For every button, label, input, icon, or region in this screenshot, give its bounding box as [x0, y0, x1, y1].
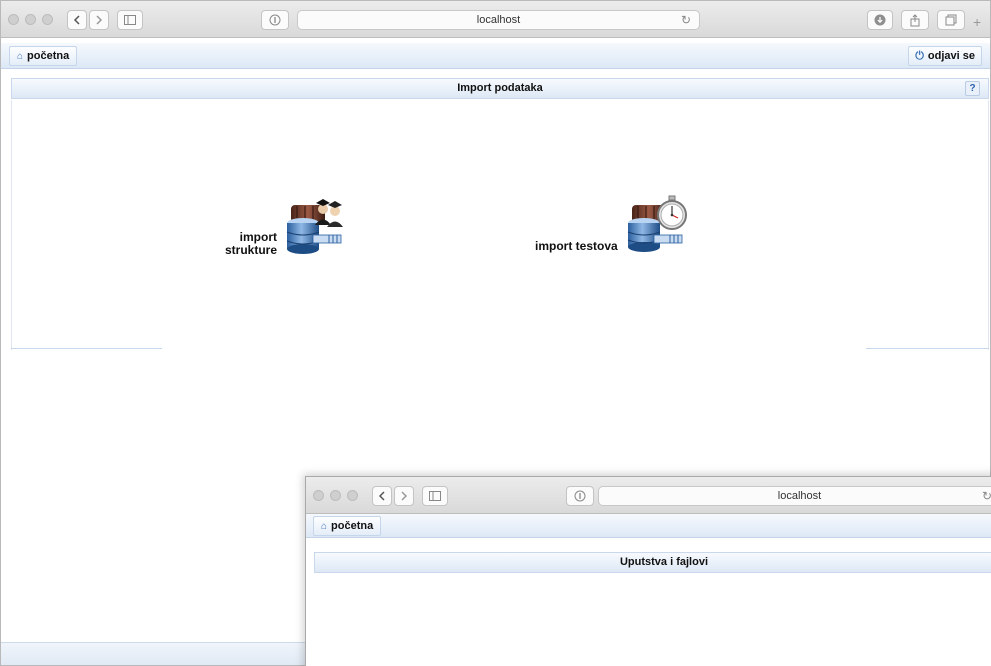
- address-bar[interactable]: localhost ↻: [297, 10, 700, 30]
- close-window-icon[interactable]: [313, 490, 324, 501]
- power-icon: ⏻: [915, 49, 924, 62]
- import-tests-link[interactable]: import testova: [535, 195, 688, 255]
- home-icon: ⌂: [17, 50, 24, 62]
- home-label: početna: [27, 50, 70, 62]
- import-tests-label: import testova: [535, 239, 618, 253]
- footer-bar: [1, 642, 306, 665]
- chevron-right-icon: [401, 491, 408, 501]
- app-navbar-secondary: ⌂ početna: [306, 514, 991, 538]
- window-controls-secondary: [313, 490, 358, 501]
- panel-header: Import podataka ?: [11, 78, 989, 99]
- close-window-icon[interactable]: [8, 14, 19, 25]
- minimize-window-icon[interactable]: [330, 490, 341, 501]
- tabs-icon: [945, 14, 957, 26]
- home-label: početna: [331, 520, 374, 532]
- downloads-button[interactable]: [867, 10, 893, 30]
- privacy-button[interactable]: [566, 486, 594, 506]
- forward-button[interactable]: [394, 486, 414, 506]
- home-button[interactable]: ⌂ početna: [9, 46, 78, 66]
- browser-window-secondary: localhost ↻ ⌂ početna Uputstva i fajlovi: [305, 476, 991, 666]
- panel-body: [11, 100, 989, 350]
- sidebar-icon: [429, 491, 441, 501]
- sidebar-icon: [124, 15, 136, 25]
- app-navbar: ⌂ početna ⏻ odjavi se: [1, 43, 990, 69]
- import-structure-label-line2: strukture: [225, 243, 278, 257]
- address-text: localhost: [777, 490, 822, 502]
- chevron-right-icon: [96, 15, 103, 25]
- home-icon: ⌂: [321, 520, 328, 532]
- chevron-left-icon: [378, 491, 385, 501]
- chevron-left-icon: [73, 15, 80, 25]
- sidebar-button[interactable]: [117, 10, 143, 30]
- window-controls: [8, 14, 53, 25]
- privacy-button[interactable]: [261, 10, 289, 30]
- back-button[interactable]: [372, 486, 392, 506]
- import-structure-label: import strukture: [225, 231, 277, 257]
- zoom-window-icon[interactable]: [347, 490, 358, 501]
- database-stopwatch-icon: [627, 195, 687, 252]
- info-circle-icon: [574, 490, 586, 502]
- logout-button[interactable]: ⏻ odjavi se: [908, 46, 982, 66]
- new-tab-icon[interactable]: +: [973, 14, 981, 30]
- logout-label: odjavi se: [927, 50, 975, 62]
- reload-icon[interactable]: ↻: [982, 489, 991, 503]
- share-button[interactable]: [901, 10, 929, 30]
- reload-icon[interactable]: ↻: [681, 13, 691, 27]
- import-structure-link[interactable]: import strukture: [225, 197, 347, 257]
- browser-toolbar-secondary: localhost ↻: [306, 477, 991, 514]
- panel-header-secondary: Uputstva i fajlovi: [314, 552, 991, 573]
- zoom-window-icon[interactable]: [42, 14, 53, 25]
- divider: [11, 348, 162, 349]
- panel-title: Uputstva i fajlovi: [619, 556, 709, 568]
- minimize-window-icon[interactable]: [25, 14, 36, 25]
- database-users-icon: [286, 199, 344, 254]
- divider: [866, 348, 989, 349]
- tabs-button[interactable]: [937, 10, 965, 30]
- info-circle-icon: [269, 14, 281, 26]
- panel-title: Import podataka: [457, 82, 543, 94]
- address-text: localhost: [476, 14, 521, 26]
- forward-button[interactable]: [89, 10, 109, 30]
- browser-toolbar: localhost ↻ +: [1, 1, 990, 38]
- back-button[interactable]: [67, 10, 87, 30]
- download-icon: [874, 14, 886, 26]
- sidebar-button[interactable]: [422, 486, 448, 506]
- home-button[interactable]: ⌂ početna: [313, 516, 382, 536]
- help-button[interactable]: ?: [965, 81, 980, 96]
- address-bar[interactable]: localhost ↻: [598, 486, 991, 506]
- share-icon: [910, 13, 920, 26]
